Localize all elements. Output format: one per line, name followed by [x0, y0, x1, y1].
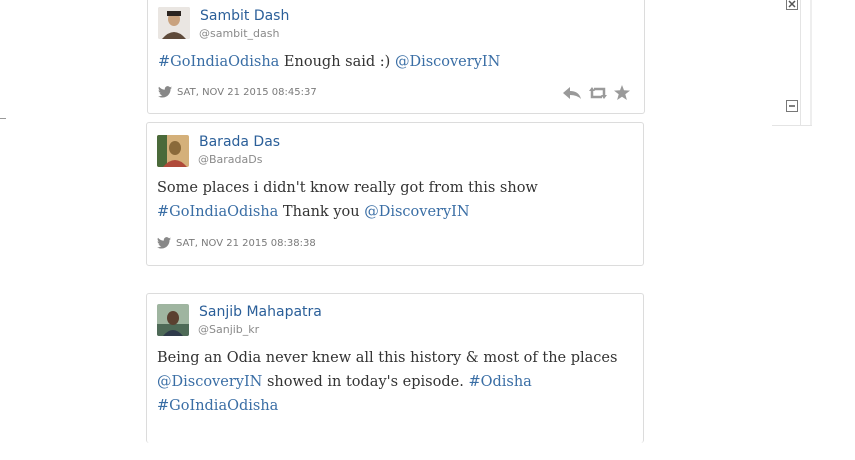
mention-link[interactable]: @DiscoveryIN — [395, 54, 500, 70]
tweet-meta: SAT, NOV 21 2015 08:38:38 — [157, 237, 316, 249]
tweet-text-line: #GoIndiaOdisha — [157, 394, 631, 418]
author-handle[interactable]: @BaradaDs — [198, 153, 262, 166]
mention-link[interactable]: @DiscoveryIN — [364, 204, 469, 220]
avatar-image — [157, 135, 189, 167]
tweet-text: Being an Odia never knew all this histor… — [157, 346, 631, 418]
tweet-card: Barada Das @BaradaDs Some places i didn'… — [146, 122, 644, 266]
tweet-text-segment: Thank you — [278, 204, 365, 220]
side-panel-scrollbar[interactable] — [810, 0, 812, 126]
avatar-image — [157, 304, 189, 336]
tweet-text-segment: showed in today's episode. — [262, 374, 469, 390]
hashtag-link[interactable]: #Odisha — [468, 374, 531, 390]
tweet-card: Sanjib Mahapatra @Sanjib_kr Being an Odi… — [146, 293, 644, 443]
twitter-bird-icon — [158, 86, 172, 98]
left-edge-mark — [0, 118, 6, 119]
tweet-timestamp[interactable]: SAT, NOV 21 2015 08:45:37 — [177, 87, 317, 98]
author-handle[interactable]: @sambit_dash — [199, 27, 279, 40]
hashtag-link[interactable]: #GoIndiaOdisha — [157, 204, 278, 220]
author-name[interactable]: Sanjib Mahapatra — [199, 304, 322, 320]
tweet-actions — [562, 85, 630, 100]
avatar[interactable] — [158, 7, 190, 39]
avatar[interactable] — [157, 304, 189, 336]
tweet-text-line: #GoIndiaOdisha Thank you @DiscoveryIN — [157, 200, 631, 224]
tweet-meta: SAT, NOV 21 2015 08:45:37 — [158, 86, 317, 98]
author-name[interactable]: Barada Das — [199, 134, 280, 150]
mention-link[interactable]: @DiscoveryIN — [157, 374, 262, 390]
tweet-text-line: Being an Odia never knew all this histor… — [157, 350, 618, 366]
reply-icon — [563, 86, 581, 99]
tweet-text-line: Some places i didn't know really got fro… — [157, 180, 538, 196]
tweet-text-segment: Enough said :) — [279, 54, 395, 70]
minimize-button[interactable] — [786, 100, 798, 112]
close-icon — [788, 0, 796, 8]
tweet-text: Some places i didn't know really got fro… — [157, 176, 631, 224]
avatar[interactable] — [157, 135, 189, 167]
author-handle[interactable]: @Sanjib_kr — [198, 323, 259, 336]
hashtag-link[interactable]: #GoIndiaOdisha — [158, 54, 279, 70]
twitter-bird-icon — [157, 237, 171, 249]
star-icon — [614, 85, 630, 100]
tweet-text: #GoIndiaOdisha Enough said :) @Discovery… — [158, 50, 632, 74]
favorite-button[interactable] — [614, 85, 630, 100]
side-panel-bottom-border — [772, 125, 812, 126]
tweet-text-line: @DiscoveryIN showed in today's episode. … — [157, 370, 631, 394]
minimize-icon — [789, 105, 795, 107]
retweet-button[interactable] — [588, 86, 608, 100]
retweet-icon — [589, 86, 607, 99]
close-button[interactable] — [786, 0, 798, 10]
author-name[interactable]: Sambit Dash — [200, 8, 289, 24]
tweet-timestamp[interactable]: SAT, NOV 21 2015 08:38:38 — [176, 238, 316, 249]
tweet-card: Sambit Dash @sambit_dash #GoIndiaOdisha … — [147, 0, 645, 114]
avatar-image — [158, 7, 190, 39]
side-panel-border — [800, 0, 801, 126]
reply-button[interactable] — [562, 86, 582, 100]
hashtag-link[interactable]: #GoIndiaOdisha — [157, 398, 278, 414]
